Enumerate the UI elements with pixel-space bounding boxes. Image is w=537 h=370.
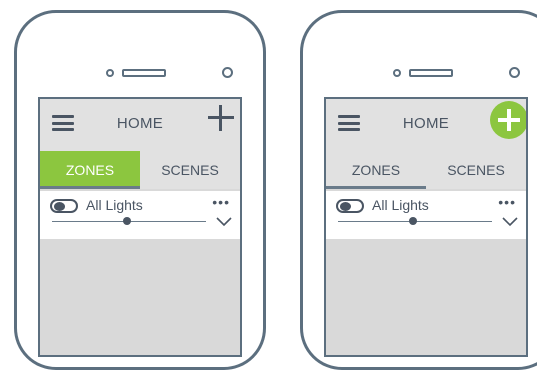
add-zone-button[interactable]: [206, 103, 236, 133]
zone-label: All Lights: [372, 197, 429, 213]
app-header: HOME: [326, 99, 526, 151]
phone-frame-right: HOME ZONES SCENES All Lights •••: [300, 10, 537, 370]
tab-zones[interactable]: ZONES: [326, 151, 426, 189]
ellipsis-icon[interactable]: •••: [212, 195, 230, 209]
phone-frame-left: HOME ZONES SCENES All Lights •••: [14, 10, 266, 370]
light-toggle[interactable]: [50, 199, 78, 213]
chevron-down-icon[interactable]: [216, 217, 232, 227]
camera-dot: [222, 67, 233, 78]
tab-bar: ZONES SCENES: [40, 151, 240, 189]
tab-zones[interactable]: ZONES: [40, 151, 140, 189]
app-screen: HOME ZONES SCENES All Lights •••: [324, 97, 528, 357]
tab-scenes[interactable]: SCENES: [140, 151, 240, 189]
camera-dot: [509, 67, 520, 78]
ellipsis-icon[interactable]: •••: [498, 195, 516, 209]
add-zone-button[interactable]: [490, 101, 526, 139]
app-header: HOME: [40, 99, 240, 151]
speaker-grille: [122, 69, 166, 77]
light-toggle[interactable]: [336, 199, 364, 213]
zone-label: All Lights: [86, 197, 143, 213]
tab-scenes[interactable]: SCENES: [426, 151, 526, 189]
list-item: All Lights •••: [40, 191, 240, 239]
sensor-dot: [393, 69, 401, 77]
app-screen: HOME ZONES SCENES All Lights •••: [38, 97, 242, 357]
slider-handle[interactable]: [409, 217, 417, 225]
slider-handle[interactable]: [123, 217, 131, 225]
sensor-dot: [106, 69, 114, 77]
chevron-down-icon[interactable]: [502, 217, 518, 227]
tab-bar: ZONES SCENES: [326, 151, 526, 189]
speaker-grille: [409, 69, 453, 77]
list-item: All Lights •••: [326, 191, 526, 239]
